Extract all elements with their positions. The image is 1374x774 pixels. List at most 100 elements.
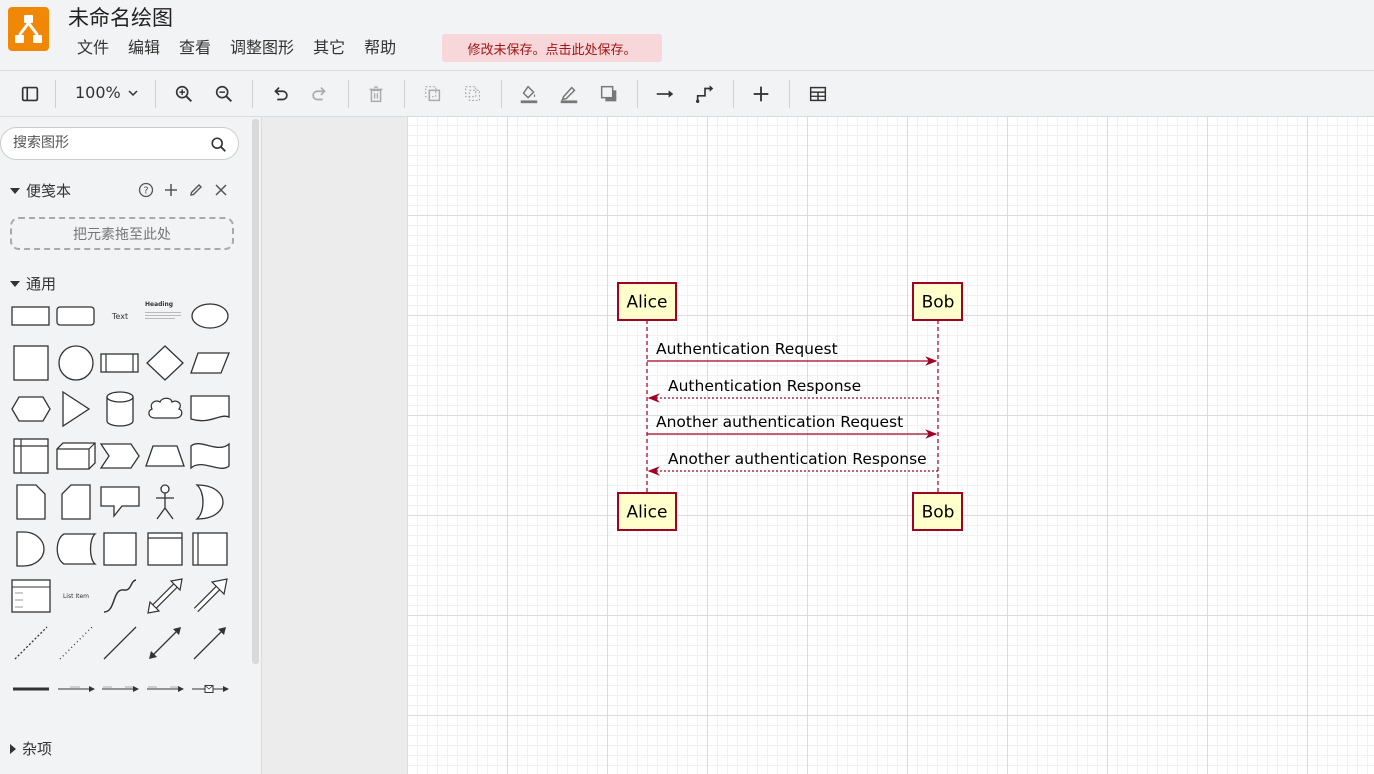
shape-square[interactable] <box>9 341 53 385</box>
menu-arrange[interactable]: 调整图形 <box>230 38 294 58</box>
shape-message-connector[interactable] <box>188 667 232 711</box>
shape-line[interactable] <box>98 621 142 665</box>
search-input[interactable] <box>13 135 193 151</box>
triangle-right-icon <box>10 743 16 754</box>
shape-ellipse[interactable] <box>188 294 232 338</box>
message-3[interactable]: Another authentication Request <box>647 413 938 439</box>
misc-header[interactable]: 杂项 <box>10 738 52 759</box>
waypoints-icon[interactable] <box>692 81 718 107</box>
shape-note[interactable] <box>9 480 53 524</box>
shape-card[interactable] <box>54 480 98 524</box>
fill-color-icon[interactable] <box>516 81 542 107</box>
shape-textbox-lines <box>145 312 181 313</box>
to-front-icon[interactable] <box>420 81 446 107</box>
shape-step[interactable] <box>98 434 142 478</box>
participant-alice-top[interactable]: Alice <box>617 282 677 321</box>
shape-labeled-connector-3[interactable] <box>143 667 187 711</box>
menu-help[interactable]: 帮助 <box>364 38 396 58</box>
shape-callout[interactable] <box>98 480 142 524</box>
edit-icon[interactable] <box>187 181 205 199</box>
toolbar-divider <box>155 80 156 108</box>
shape-document[interactable] <box>188 387 232 431</box>
line-color-icon[interactable] <box>556 81 582 107</box>
search-icon[interactable] <box>210 136 228 154</box>
participant-label: Bob <box>922 503 955 523</box>
insert-icon[interactable] <box>748 81 774 107</box>
triangle-down-icon <box>10 280 20 287</box>
redo-icon[interactable] <box>307 81 333 107</box>
drawing-canvas[interactable]: Alice Bob Authentication Request Authent… <box>407 117 1374 774</box>
scratchpad-dropzone[interactable]: 把元素拖至此处 <box>10 217 234 250</box>
shape-text[interactable]: Text <box>98 294 142 338</box>
shape-rounded-rectangle[interactable] <box>54 294 98 338</box>
close-icon[interactable] <box>212 181 230 199</box>
shape-process[interactable] <box>98 341 142 385</box>
shape-triangle[interactable] <box>54 387 98 431</box>
message-2[interactable]: Authentication Response <box>647 377 938 403</box>
shape-arrow[interactable] <box>188 574 232 618</box>
add-icon[interactable] <box>162 181 180 199</box>
shape-delay[interactable] <box>9 527 53 571</box>
shape-square-2[interactable] <box>98 527 142 571</box>
sequence-diagram: Alice Bob Authentication Request Authent… <box>617 282 963 531</box>
drawio-logo[interactable] <box>8 7 49 51</box>
scratchpad-header[interactable]: 便笺本 <box>10 180 71 201</box>
help-icon[interactable]: ? <box>137 181 155 199</box>
sidebar-scrollbar[interactable] <box>252 119 259 664</box>
message-label: Another authentication Request <box>656 413 903 431</box>
delete-icon[interactable] <box>363 81 389 107</box>
shape-frame[interactable] <box>188 527 232 571</box>
shape-labeled-connector[interactable] <box>54 667 98 711</box>
message-4[interactable]: Another authentication Response <box>647 450 938 476</box>
menu-extras[interactable]: 其它 <box>313 38 345 58</box>
menu-file[interactable]: 文件 <box>77 38 109 58</box>
shape-hexagon[interactable] <box>9 387 53 431</box>
shape-textbox[interactable]: Heading <box>143 294 187 338</box>
format-panel-icon[interactable] <box>17 81 43 107</box>
zoom-in-icon[interactable] <box>171 81 197 107</box>
shape-or[interactable] <box>188 480 232 524</box>
shape-cloud[interactable] <box>143 387 187 431</box>
participant-bob-bottom[interactable]: Bob <box>912 492 963 531</box>
to-back-icon[interactable] <box>460 81 486 107</box>
shape-cube[interactable] <box>54 434 98 478</box>
general-header[interactable]: 通用 <box>10 273 56 294</box>
connection-icon[interactable] <box>652 81 678 107</box>
shape-bidirectional-arrow[interactable] <box>143 574 187 618</box>
shape-rectangle[interactable] <box>9 294 53 338</box>
shape-curve[interactable] <box>98 574 142 618</box>
shape-parallelogram[interactable] <box>188 341 232 385</box>
participant-alice-bottom[interactable]: Alice <box>617 492 677 531</box>
participant-bob-top[interactable]: Bob <box>912 282 963 321</box>
undo-icon[interactable] <box>267 81 293 107</box>
zoom-out-icon[interactable] <box>211 81 237 107</box>
shape-labeled-connector-2[interactable] <box>98 667 142 711</box>
menu-edit[interactable]: 编辑 <box>128 38 160 58</box>
table-icon[interactable] <box>805 81 831 107</box>
diagram-title[interactable]: 未命名绘图 <box>68 2 173 32</box>
shape-data-storage[interactable] <box>54 527 98 571</box>
shape-list[interactable] <box>9 574 53 618</box>
menu-view[interactable]: 查看 <box>179 38 211 58</box>
shape-circle[interactable] <box>54 341 98 385</box>
shape-list-item[interactable]: List Item <box>54 574 98 618</box>
shape-internal-storage[interactable] <box>9 434 53 478</box>
message-label: Another authentication Response <box>668 450 927 468</box>
shadow-icon[interactable] <box>596 81 622 107</box>
shape-bidirectional-connector[interactable] <box>143 621 187 665</box>
shape-thick-link[interactable] <box>9 667 53 711</box>
shape-container[interactable] <box>143 527 187 571</box>
unsaved-changes-button[interactable]: 修改未保存。点击此处保存。 <box>442 34 662 62</box>
shape-dotted-line[interactable] <box>54 621 98 665</box>
shape-diamond[interactable] <box>143 341 187 385</box>
participant-label: Alice <box>627 293 668 313</box>
shape-cylinder[interactable] <box>98 387 142 431</box>
zoom-select[interactable]: 100% <box>75 83 139 102</box>
message-1[interactable]: Authentication Request <box>647 340 938 366</box>
shape-dashed-line[interactable] <box>9 621 53 665</box>
shape-tape[interactable] <box>188 434 232 478</box>
shape-directional-connector[interactable] <box>188 621 232 665</box>
shape-actor[interactable] <box>143 480 187 524</box>
misc-label: 杂项 <box>22 740 53 758</box>
shape-trapezoid[interactable] <box>143 434 187 478</box>
